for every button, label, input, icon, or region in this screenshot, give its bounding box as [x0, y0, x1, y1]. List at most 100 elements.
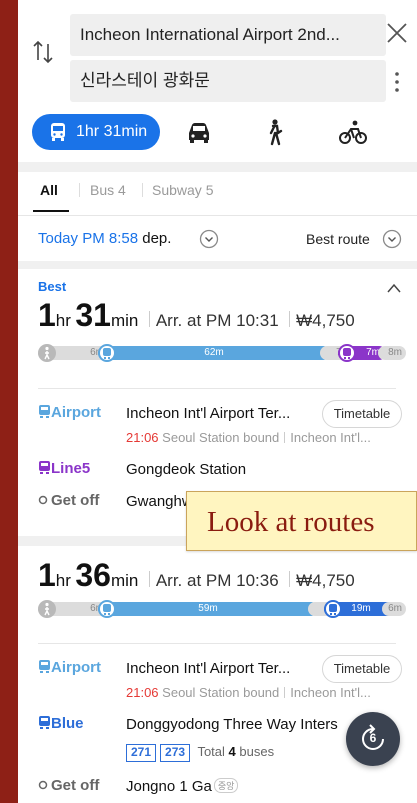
destination-input[interactable]: 신라스테이 광화문 [70, 60, 386, 102]
hint-tooltip: Look at routes [186, 491, 417, 551]
step-getoff-label: Get off [38, 492, 99, 509]
train-icon [39, 660, 50, 673]
train-icon [39, 405, 50, 418]
duration-minutes: 36 [75, 557, 111, 593]
bus-number-badge[interactable]: 273 [160, 744, 191, 762]
walk-start-icon [38, 600, 56, 618]
duration-hours: 1 [38, 297, 56, 333]
collapse-chevron-up-icon[interactable] [386, 282, 402, 294]
next-departure-time: 21:06 [126, 430, 159, 445]
getoff-stop: Jongno 1 Ga 중앙 [126, 778, 326, 795]
active-tab-indicator [33, 210, 69, 212]
route-filter-tabs: All Bus 4 Subway 5 [18, 172, 417, 216]
walking-icon[interactable] [260, 118, 290, 146]
walk-start-icon [38, 344, 56, 362]
transit-time-label: 1hr 31min [76, 123, 148, 140]
median-lane-badge: 중앙 [213, 778, 239, 793]
next-departure-info: 21:06 Seoul Station bound Incheon Int'l..… [126, 430, 402, 445]
route-duration-summary: 1hr 31min Arr. at PM 10:31 ₩4,750 [38, 297, 355, 334]
departure-chevron-down-icon[interactable] [199, 229, 219, 249]
hours-unit: hr [55, 311, 71, 330]
step-blue-bus-label: Blue [38, 715, 84, 732]
tab-subway[interactable]: Subway 5 [152, 182, 213, 198]
route-timeline: 6m 62m 7m 7m 8m [38, 344, 406, 362]
refresh-routes-button[interactable]: 6 [346, 712, 400, 766]
next-departure-time: 21:06 [126, 685, 159, 700]
section-divider [18, 261, 417, 269]
step-line5-label: Line5 [38, 460, 90, 477]
route-timeline: 6m 59m 7m 19m 6m [38, 600, 406, 618]
airport-line-segment: 59m [98, 602, 318, 616]
step-airport-label: Airport [38, 659, 101, 676]
direction: Seoul Station bound [162, 685, 280, 700]
line-name: Airport [51, 404, 101, 421]
destination-circle-icon [38, 495, 48, 505]
sort-option[interactable]: Best route [306, 231, 370, 247]
departure-time-selector[interactable]: Today PM 8:58 dep. [38, 230, 171, 247]
bicycle-icon[interactable] [338, 118, 368, 146]
walk-segment: 8m [378, 346, 406, 360]
transfer-station: Gongdeok Station [126, 461, 247, 478]
step-getoff-label: Get off [38, 777, 99, 794]
bus-number-badge[interactable]: 271 [126, 744, 157, 762]
swap-direction-icon[interactable] [32, 38, 54, 66]
destination-circle-icon [38, 780, 48, 790]
line-name: Blue [51, 715, 84, 732]
line-name: Line5 [51, 460, 91, 477]
tab-bus[interactable]: Bus 4 [90, 182, 126, 198]
walk-segment: 6m [382, 602, 406, 616]
divider [38, 643, 396, 644]
step-airport-label: Airport [38, 404, 101, 421]
bus-icon [51, 123, 65, 141]
origin-input[interactable]: Incheon International Airport 2nd... [70, 14, 386, 56]
subway-icon [39, 461, 50, 474]
departure-suffix: dep. [138, 230, 172, 247]
airport-train-icon [98, 344, 116, 362]
airport-line-segment: 62m [98, 346, 330, 360]
best-route-badge: Best [38, 279, 67, 294]
step-label-text: Get off [51, 492, 100, 509]
hours-unit: hr [55, 571, 71, 590]
direction-secondary: Incheon Int'l... [290, 430, 371, 445]
car-icon[interactable] [184, 118, 214, 146]
airport-train-icon [98, 600, 116, 618]
route-duration-summary: 1hr 36min Arr. at PM 10:36 ₩4,750 [38, 557, 355, 594]
direction-secondary: Incheon Int'l... [290, 685, 371, 700]
fab-count: 6 [369, 731, 377, 745]
fare: ₩4,750 [296, 571, 355, 590]
timetable-button[interactable]: Timetable [322, 655, 402, 683]
section-divider [18, 162, 417, 172]
total-buses-suffix: buses [235, 744, 275, 759]
duration-hours: 1 [38, 557, 56, 593]
more-options-icon[interactable] [392, 68, 402, 96]
arrival-time: Arr. at PM 10:36 [155, 571, 279, 590]
close-icon[interactable] [382, 18, 412, 48]
sort-chevron-down-icon[interactable] [382, 229, 402, 249]
duration-minutes: 31 [75, 297, 111, 333]
getoff-station: Gwanghwamun [126, 493, 188, 510]
boarding-station: Incheon Int'l Airport Ter... [126, 660, 291, 677]
fare: ₩4,750 [296, 311, 355, 330]
total-buses-count: 4 [228, 744, 236, 759]
departure-row: Today PM 8:58 dep. Best route [18, 222, 417, 258]
bus-numbers: 271 273 Total 4 buses [126, 744, 274, 762]
mode-transit-button[interactable]: 1hr 31min [32, 114, 160, 150]
blue-bus-icon [324, 600, 342, 618]
getoff-stop-name: Jongno 1 Ga [126, 778, 212, 795]
next-departure-info: 21:06 Seoul Station bound Incheon Int'l..… [126, 685, 402, 700]
departure-time: Today PM 8:58 [38, 230, 139, 247]
boarding-station: Incheon Int'l Airport Ter... [126, 405, 291, 422]
tab-all[interactable]: All [40, 182, 58, 198]
direction: Seoul Station bound [162, 430, 280, 445]
step-label-text: Get off [51, 777, 100, 794]
line-name: Airport [51, 659, 101, 676]
total-buses-prefix: Total [197, 744, 229, 759]
bus-icon [39, 716, 50, 729]
minutes-unit: min [110, 311, 139, 330]
tab-separator [79, 183, 80, 197]
subway-line5-icon [338, 344, 356, 362]
boarding-stop: Donggyodong Three Way Inters [126, 716, 338, 733]
minutes-unit: min [110, 571, 139, 590]
timetable-button[interactable]: Timetable [322, 400, 402, 428]
route-search-screen: Incheon International Airport 2nd... 신라스… [18, 0, 417, 803]
